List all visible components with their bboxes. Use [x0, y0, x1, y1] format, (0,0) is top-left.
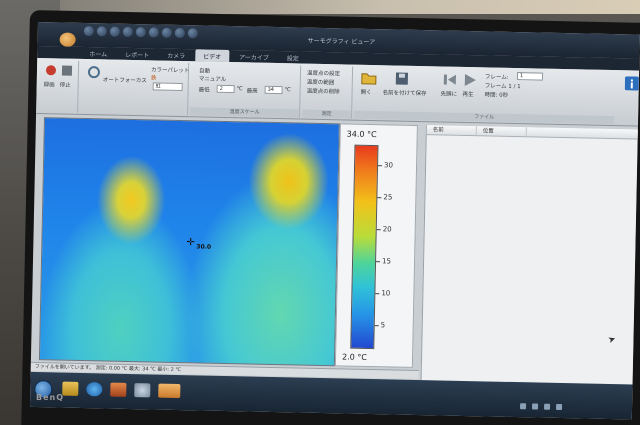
explorer-icon[interactable] — [62, 381, 79, 396]
tab-home[interactable]: ホーム — [81, 47, 115, 60]
ribbon-group-measure: 温度点の設定 温度の範囲 温度点の削除 測定 — [302, 65, 354, 119]
record-icon[interactable] — [45, 64, 57, 76]
stop-label: 停止 — [59, 82, 71, 89]
frame-label: フレーム: — [484, 74, 509, 81]
set-spot-button[interactable]: 温度点の設定 — [307, 69, 340, 78]
auto-scale-radio[interactable]: 自動 — [199, 66, 210, 74]
tray-volume-icon[interactable] — [543, 403, 551, 410]
frame-count: フレーム 1 / 1 — [484, 83, 521, 91]
thermal-image[interactable]: ✛ 30.0 — [38, 117, 340, 367]
open-button[interactable]: 開く — [361, 88, 372, 96]
quick-open-icon[interactable] — [122, 26, 133, 37]
tab-report[interactable]: レポート — [117, 48, 157, 61]
duration: 時間: 0秒 — [484, 92, 509, 99]
scale-min-label: 2.0 °C — [341, 352, 368, 362]
tab-archive[interactable]: アーカイブ — [231, 50, 277, 63]
focus-icon[interactable] — [87, 65, 101, 79]
max-temp-input[interactable]: 34 — [264, 85, 283, 95]
play-icon[interactable] — [463, 73, 477, 87]
temperature-scale: 34.0 °C 30 25 20 15 10 5 2.0 °C — [334, 123, 418, 368]
tray-network-icon[interactable] — [531, 403, 539, 410]
tick-10: 10 — [381, 289, 391, 298]
browser-icon[interactable] — [86, 382, 103, 397]
skip-start-icon[interactable] — [443, 72, 457, 86]
quick-camera-icon[interactable] — [148, 27, 159, 38]
palette-option[interactable]: カラーパレット — [151, 65, 190, 74]
results-panel: 名前 位置 ➤ — [420, 125, 638, 385]
tray-flag-icon[interactable] — [519, 403, 527, 410]
thermal-app-icon[interactable] — [158, 383, 181, 399]
min-temp-label: 最低 — [198, 87, 210, 94]
iron-option[interactable]: 鉄 — [151, 73, 157, 81]
min-temp-unit: ℃ — [236, 86, 243, 93]
crosshair-icon[interactable]: ✛ — [186, 237, 195, 248]
record-label: 録画 — [43, 82, 55, 89]
tick-15: 15 — [381, 257, 392, 266]
results-header: 名前 位置 — [426, 125, 638, 140]
max-temp-label: 最高 — [246, 88, 258, 95]
quick-undo-icon[interactable] — [96, 26, 107, 37]
prev-label: 先頭に — [440, 91, 458, 98]
quick-more-icon[interactable] — [187, 28, 198, 39]
monitor-brand-logo: BenQ — [36, 393, 65, 402]
frame-input[interactable]: 1 — [516, 72, 544, 81]
ribbon-group-record: 録画 停止 — [40, 60, 80, 113]
auto-focus-button[interactable]: オートフォーカス — [103, 75, 147, 84]
measure-group-label: 測定 — [302, 109, 352, 119]
tick-20: 20 — [382, 225, 392, 234]
quick-save-icon[interactable] — [83, 25, 94, 37]
manual-scale-radio[interactable]: マニュアル — [199, 74, 227, 83]
color-bar — [350, 144, 379, 350]
quick-access-toolbar — [83, 25, 198, 39]
save-as-button[interactable]: 名前を付けて保存 — [383, 88, 427, 97]
file-group-label: ファイル — [354, 110, 615, 125]
tray-power-icon[interactable] — [555, 403, 563, 411]
ribbon: 録画 停止 オートフォーカス カラーパレット 鉄 虹 自動 マニュアル 最低 2… — [36, 57, 640, 127]
range-button[interactable]: 温度の範囲 — [307, 78, 335, 87]
system-tray — [519, 403, 563, 411]
spot-temperature: 30.0 — [196, 243, 212, 251]
info-icon[interactable] — [624, 76, 639, 91]
column-name[interactable]: 名前 — [426, 125, 477, 136]
tab-settings[interactable]: 設定 — [279, 51, 307, 64]
tab-video[interactable]: ビデオ — [195, 49, 230, 63]
column-position[interactable]: 位置 — [476, 126, 527, 137]
tab-camera[interactable]: カメラ — [159, 49, 193, 62]
open-folder-icon[interactable] — [361, 71, 377, 85]
palette-select[interactable]: 虹 — [152, 82, 183, 92]
quick-print-icon[interactable] — [135, 27, 146, 38]
ribbon-group-file: 開く 名前を付けて保存 先頭に 再生 フレーム: 1 フレーム 1 / 1 時間… — [354, 67, 615, 125]
max-temp-unit: ℃ — [284, 87, 291, 94]
ribbon-group-mode: オートフォーカス カラーパレット 鉄 虹 — [80, 60, 190, 116]
media-icon[interactable] — [110, 382, 127, 397]
app-icon[interactable] — [134, 383, 151, 398]
ribbon-group-scale: 自動 マニュアル 最低 2 ℃ 最高 34 ℃ 温度スケール — [190, 63, 302, 118]
quick-redo-icon[interactable] — [109, 26, 120, 37]
tick-30: 30 — [383, 161, 394, 170]
scale-max-label: 34.0 °C — [346, 129, 377, 140]
stop-icon[interactable] — [61, 64, 73, 76]
app-menu-button[interactable] — [59, 32, 76, 47]
tick-5: 5 — [380, 321, 386, 330]
window-title: サーモグラフィ ビューア — [307, 37, 376, 47]
scale-group-label: 温度スケール — [190, 107, 300, 118]
mouse-pointer-icon: ➤ — [607, 334, 618, 347]
min-temp-input[interactable]: 2 — [216, 84, 235, 94]
play-label: 再生 — [462, 91, 474, 99]
quick-settings-icon[interactable] — [161, 27, 172, 38]
save-disk-icon[interactable] — [395, 71, 409, 85]
tick-25: 25 — [383, 193, 393, 202]
quick-help-icon[interactable] — [174, 27, 185, 39]
delete-spot-button[interactable]: 温度点の削除 — [307, 87, 340, 96]
monitor-screen: サーモグラフィ ビューア ホーム レポート カメラ ビデオ アーカイブ 設定 録… — [29, 22, 640, 420]
